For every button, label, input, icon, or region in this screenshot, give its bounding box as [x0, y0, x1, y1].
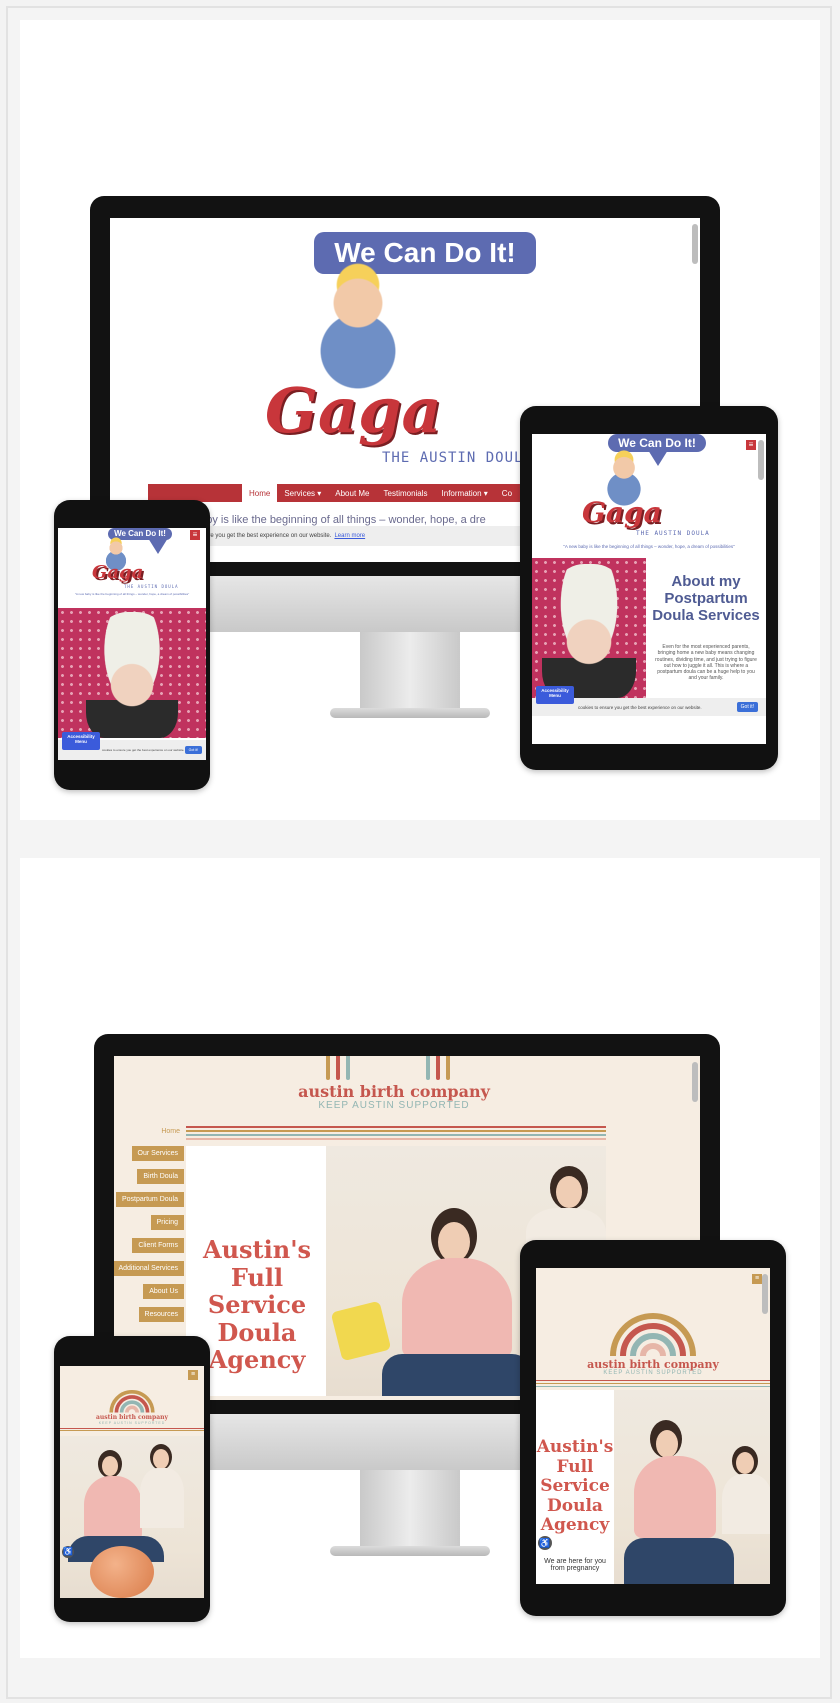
- phone-quote: "A new baby is like the beginning of all…: [74, 592, 190, 596]
- phone-mother-face: [102, 1456, 118, 1476]
- tablet-screen-2: ≡ austin birth company KEEP AUSTIN SUPPO…: [536, 1268, 770, 1584]
- phone-brand: austin birth company: [96, 1414, 168, 1421]
- monitor-stand-2: [360, 1470, 460, 1550]
- rainbow-mark: [446, 1056, 450, 1080]
- phone-tagline: KEEP AUSTIN SUPPORTED: [98, 1421, 166, 1425]
- nav-information[interactable]: Information ▾: [435, 489, 495, 498]
- tablet-cookie-text: cookies to ensure you get the best exper…: [578, 704, 702, 710]
- phone-hamburger-icon[interactable]: ≡: [190, 530, 200, 540]
- mother-jeans: [382, 1354, 532, 1396]
- monitor-stand-foot: [330, 708, 490, 718]
- tablet-screen: ≡ We Can Do It! Gaga THE AUSTIN DOULA "A…: [532, 434, 766, 744]
- menu-birth-doula[interactable]: Birth Doula: [137, 1169, 184, 1184]
- rainbow-mark: [336, 1056, 340, 1080]
- doula-face: [556, 1176, 582, 1208]
- tablet-doula-face: [736, 1452, 754, 1474]
- tablet-hero-heading: Austin's Full Service Doula Agency: [536, 1437, 614, 1536]
- menu-postpartum-doula[interactable]: Postpartum Doula: [115, 1192, 184, 1207]
- tablet-accessibility-icon[interactable]: ♿: [538, 1536, 552, 1550]
- accessibility-menu-button[interactable]: Accessibility Menu: [536, 686, 574, 704]
- phone-mother-body: [84, 1476, 142, 1540]
- hero-quote: baby is like the beginning of all things…: [194, 514, 486, 526]
- scrollbar-2[interactable]: [692, 1062, 698, 1102]
- phone-screen-2: ≡ austin birth company KEEP AUSTIN SUPPO…: [60, 1366, 204, 1598]
- phone-doula-photo: [86, 612, 178, 738]
- nav-about[interactable]: About Me: [328, 489, 376, 498]
- nav-testimonials[interactable]: Testimonials: [377, 489, 435, 498]
- portfolio-card-austin-birth: austin birth company KEEP AUSTIN SUPPORT…: [20, 858, 820, 1658]
- hamburger-icon[interactable]: ≡: [746, 440, 756, 450]
- nav-home[interactable]: Home: [242, 484, 278, 502]
- tablet-mother-body: [634, 1456, 716, 1538]
- rainbow-mark: [346, 1056, 350, 1080]
- tablet-stripes: [536, 1380, 770, 1389]
- phone-logo: Gaga: [92, 562, 144, 583]
- tablet-subtitle: THE AUSTIN DOULA: [636, 530, 710, 537]
- phone-rainbow-logo: [109, 1389, 155, 1413]
- phone-hero-photo: [60, 1436, 204, 1598]
- mother-face: [438, 1222, 470, 1262]
- phone-device: ≡ We Can Do It! Gaga THE AUSTIN DOULA "A…: [54, 500, 210, 790]
- about-title: About my Postpartum Doula Services: [652, 573, 760, 624]
- tablet-hero-sub: We are here for you from pregnancy: [544, 1558, 606, 1572]
- menu-home[interactable]: Home: [161, 1128, 180, 1135]
- tablet-device: ≡ We Can Do It! Gaga THE AUSTIN DOULA "A…: [520, 406, 778, 770]
- cookie-learn-more-link[interactable]: Learn more: [334, 533, 365, 539]
- phone-stripes: [60, 1428, 204, 1432]
- phone-got-it-button[interactable]: Got it!: [184, 746, 202, 754]
- postpartum-doula-photo: [542, 564, 636, 698]
- menu-pricing[interactable]: Pricing: [150, 1215, 184, 1230]
- rainbow-mark: [436, 1056, 440, 1080]
- tablet-mother-face: [656, 1430, 678, 1458]
- rainbow-mark: [326, 1056, 330, 1080]
- tablet-scrollbar-2[interactable]: [762, 1274, 768, 1314]
- menu-our-services[interactable]: Our Services: [131, 1146, 184, 1161]
- menu-resources[interactable]: Resources: [138, 1307, 184, 1322]
- header-stripes: [186, 1126, 606, 1142]
- tablet-scrollbar[interactable]: [758, 440, 764, 480]
- gaga-logo: Gaga: [265, 374, 442, 447]
- phone-doula-body: [140, 1468, 184, 1528]
- phone-subtitle: THE AUSTIN DOULA: [124, 584, 179, 589]
- phone-screen: ≡ We Can Do It! Gaga THE AUSTIN DOULA "A…: [58, 528, 206, 760]
- tablet-hamburger-icon[interactable]: ≡: [752, 1274, 762, 1284]
- tablet-logo: Gaga: [582, 496, 662, 529]
- yellow-pillow: [330, 1300, 392, 1362]
- got-it-button[interactable]: Got it!: [736, 702, 758, 712]
- phone-cookie-text: cookies to ensure you get the best exper…: [102, 748, 185, 752]
- menu-additional-services[interactable]: Additional Services: [114, 1261, 184, 1276]
- monitor-stand: [360, 632, 460, 712]
- phone-doula-face: [153, 1449, 169, 1469]
- phone-accessibility-button[interactable]: Accessibility Menu: [62, 732, 100, 750]
- nav-contact[interactable]: Co: [495, 489, 519, 498]
- phone-hamburger-icon-2[interactable]: ≡: [188, 1370, 198, 1380]
- tablet-doula-body: [722, 1474, 770, 1534]
- monitor-stand-foot-2: [330, 1546, 490, 1556]
- tablet-hero-photo: [614, 1390, 770, 1584]
- scrollbar[interactable]: [692, 224, 698, 264]
- mother-body: [402, 1258, 512, 1358]
- menu-about-us[interactable]: About Us: [143, 1284, 184, 1299]
- portfolio-card-gaga: We Can Do It! Gaga THE AUSTIN DOULA Home…: [20, 20, 820, 820]
- nav-services[interactable]: Services ▾: [277, 489, 328, 498]
- brand-tagline: KEEP AUSTIN SUPPORTED: [318, 1100, 470, 1111]
- tablet-device-2: ≡ austin birth company KEEP AUSTIN SUPPO…: [520, 1240, 786, 1616]
- menu-client-forms[interactable]: Client Forms: [132, 1238, 184, 1253]
- birth-ball: [90, 1546, 154, 1598]
- rainbow-mark: [426, 1056, 430, 1080]
- tablet-mother-jeans: [624, 1538, 734, 1584]
- tablet-quote: "A new baby is like the beginning of all…: [563, 544, 735, 549]
- gaga-subtitle: THE AUSTIN DOULA: [382, 450, 533, 466]
- phone-accessibility-icon[interactable]: ♿: [62, 1546, 74, 1558]
- brand-title: austin birth company: [298, 1082, 490, 1101]
- hero-heading: Austin's Full Service Doula Agency: [202, 1235, 312, 1375]
- about-text: Even for the most experienced parents, b…: [655, 644, 757, 682]
- tablet-tagline: KEEP AUSTIN SUPPORTED: [603, 1370, 703, 1376]
- rainbow-logo: [610, 1313, 696, 1357]
- phone-device-2: ≡ austin birth company KEEP AUSTIN SUPPO…: [54, 1336, 210, 1622]
